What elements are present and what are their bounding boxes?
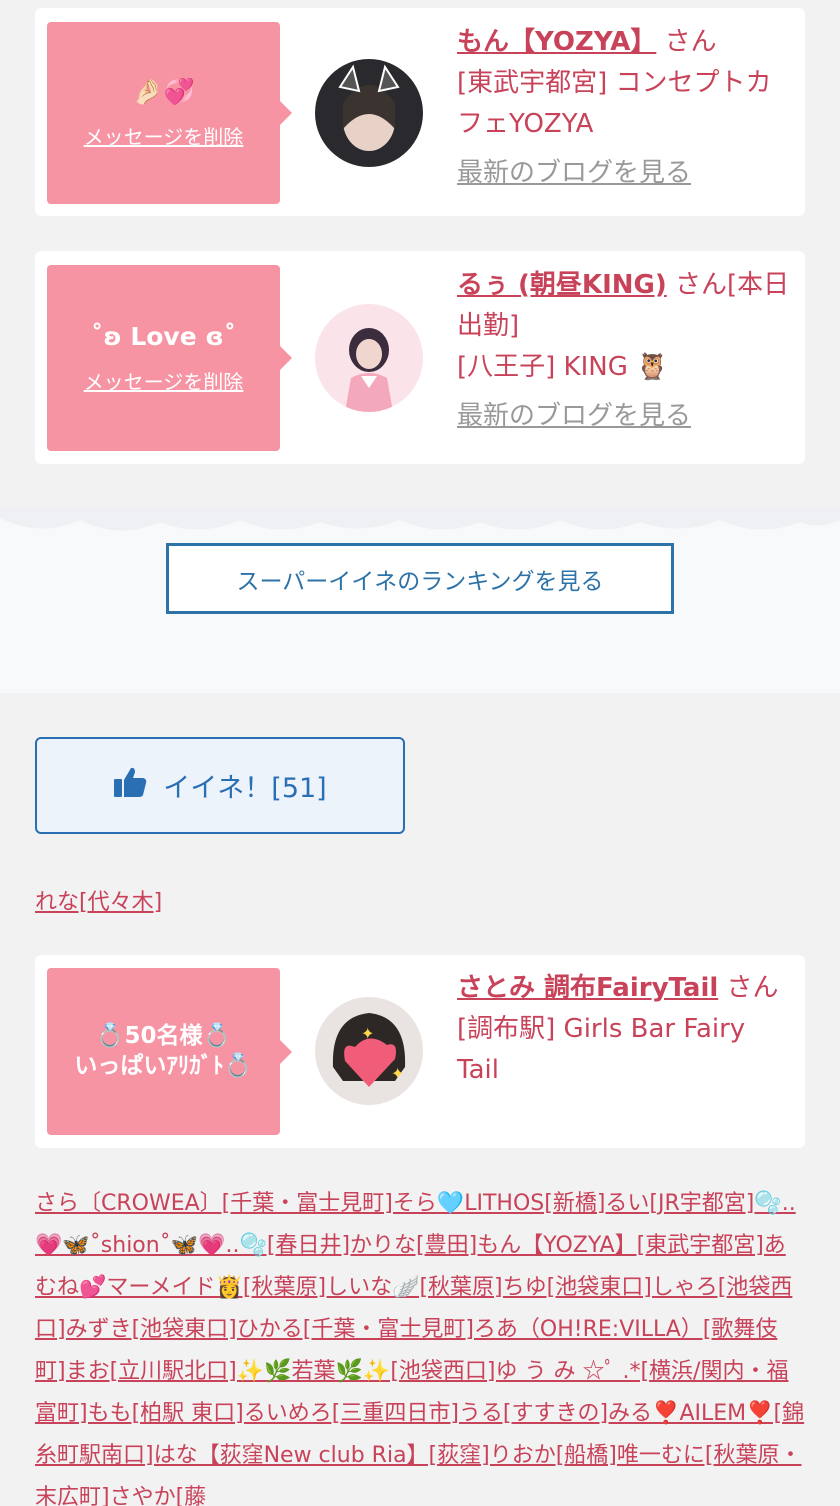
location-text: [八王子] KING 🦉 (457, 352, 669, 382)
message-text: ˚ʚ Love ɞ˚ (90, 322, 237, 352)
avatar[interactable] (315, 59, 423, 167)
cloud-decoration (0, 508, 840, 531)
message-bubble: 🤌🏻💞 メッセージを削除 (47, 22, 292, 204)
message-bubble: ˚ʚ Love ɞ˚ メッセージを削除 (47, 265, 292, 451)
message-text: 🤌🏻💞 (132, 77, 195, 107)
profile-info: さとみ 調布FairyTail さん [調布駅] Girls Bar Fairy… (457, 968, 795, 1091)
message-card: 🤌🏻💞 メッセージを削除 もん【YOZYA】 さん [東武宇都宮] コンセプトカ… (35, 8, 805, 216)
ranking-section: スーパーイイネのランキングを見る (0, 508, 840, 693)
message-text: 💍50名様💍 いっぱいｱﾘｶﾞﾄ💍 (74, 1022, 253, 1079)
profile-info: もん【YOZYA】 さん [東武宇都宮] コンセプトカフェYOZYA 最新のブロ… (457, 22, 795, 194)
location-text: [調布駅] Girls Bar Fairy Tail (457, 1014, 746, 1085)
profile-name-link[interactable]: るぅ (朝昼KING) (457, 270, 667, 300)
user-link[interactable]: れな[代々木] (35, 884, 162, 916)
message-card: ˚ʚ Love ɞ˚ メッセージを削除 るぅ (朝昼KING) さん[本日出勤]… (35, 251, 805, 464)
honorific: さん (718, 973, 779, 1003)
latest-blog-link[interactable]: 最新のブログを見る (457, 396, 691, 437)
ranking-button[interactable]: スーパーイイネのランキングを見る (166, 543, 674, 614)
avatar[interactable]: ✦ ✦ (315, 997, 423, 1105)
svg-text:✦: ✦ (361, 1024, 374, 1043)
profile-name-link[interactable]: もん【YOZYA】 (457, 27, 656, 57)
delete-message-link[interactable]: メッセージを削除 (84, 121, 244, 150)
svg-text:✦: ✦ (391, 1064, 404, 1083)
location-text: [東武宇都宮] コンセプトカフェYOZYA (457, 68, 772, 139)
liked-users-list[interactable]: さら〔CROWEA〕[千葉・富士見町]そら🩵LITHOS[新橋]るい[JR宇都宮… (35, 1183, 805, 1506)
profile-name-link[interactable]: さとみ 調布FairyTail (457, 973, 718, 1003)
like-button[interactable]: イイネ！[51] (35, 737, 405, 834)
message-card: 💍50名様💍 いっぱいｱﾘｶﾞﾄ💍 ✦ ✦ さとみ 調布FairyTail さん… (35, 955, 805, 1148)
like-label: イイネ！[51] (163, 773, 327, 804)
honorific: さん (656, 27, 717, 57)
delete-message-link[interactable]: メッセージを削除 (84, 366, 244, 395)
message-bubble: 💍50名様💍 いっぱいｱﾘｶﾞﾄ💍 (47, 968, 292, 1135)
thumbs-up-icon (113, 766, 147, 805)
profile-info: るぅ (朝昼KING) さん[本日出勤] [八王子] KING 🦉 最新のブログ… (457, 265, 795, 437)
latest-blog-link[interactable]: 最新のブログを見る (457, 153, 691, 194)
avatar[interactable] (315, 304, 423, 412)
